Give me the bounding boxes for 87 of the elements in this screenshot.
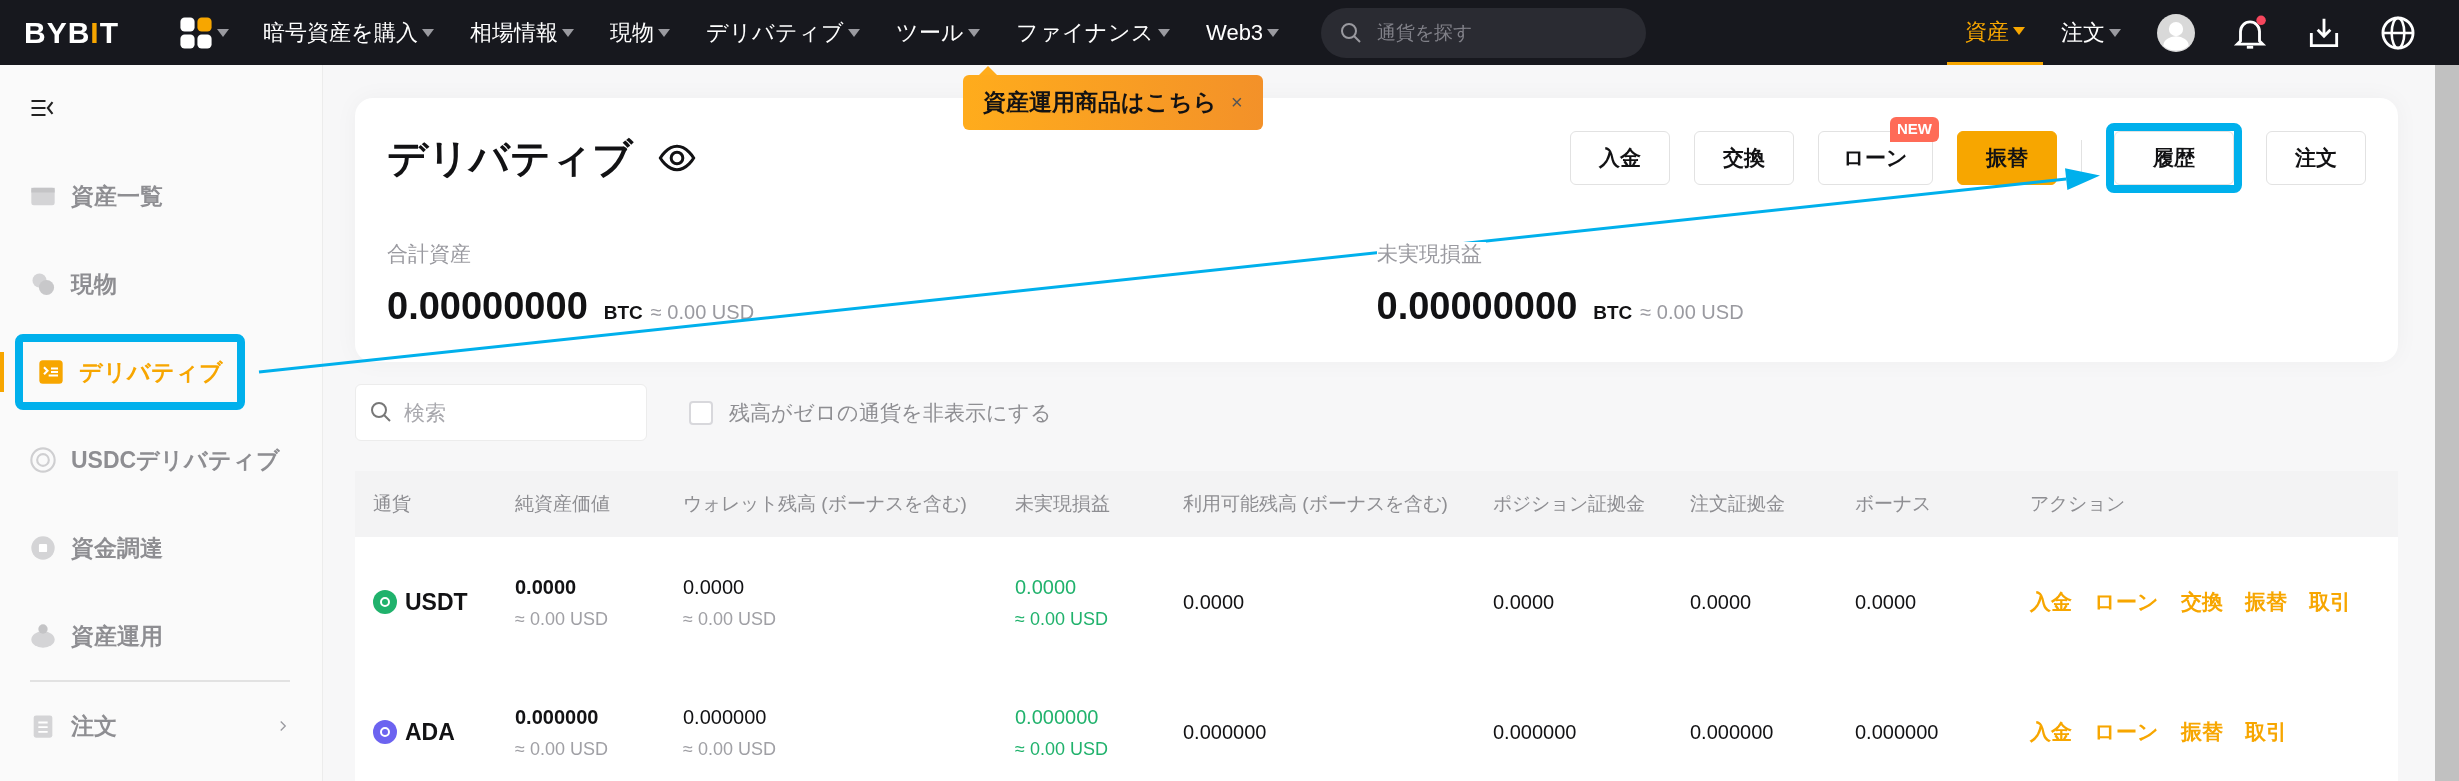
list-icon bbox=[37, 358, 65, 386]
cell-value: 0.0000 bbox=[683, 574, 746, 600]
search-icon bbox=[369, 400, 393, 424]
search-field[interactable]: 通貨を探す bbox=[1321, 7, 1647, 58]
cell-value: 0.000000 bbox=[1015, 704, 1100, 730]
column-header: 通貨 bbox=[355, 471, 497, 537]
checkbox-label: 残高がゼロの通貨を非表示にする bbox=[729, 399, 1052, 426]
checkbox[interactable] bbox=[689, 400, 713, 425]
cell-value: 0.0000 bbox=[515, 574, 578, 600]
dot-circle-icon bbox=[29, 534, 57, 562]
sidebar-item[interactable]: USDCデリバティブ bbox=[29, 430, 281, 490]
usd-estimate: ≈ 0.00 USD bbox=[1640, 299, 1744, 325]
usd-estimate: ≈ 0.00 USD bbox=[1015, 607, 1109, 631]
coin-name: ADA bbox=[405, 717, 455, 747]
cell-value: 0.0000 bbox=[1493, 591, 1555, 613]
cell-value: 0.000000 bbox=[515, 704, 600, 730]
nav-menu-item[interactable]: 暗号資産を購入 bbox=[245, 0, 453, 65]
usd-estimate: ≈ 0.00 USD bbox=[515, 737, 609, 761]
stat-label: 未実現損益 bbox=[1376, 242, 1486, 265]
action-link[interactable]: 取引 bbox=[2245, 716, 2287, 748]
sidebar-item[interactable]: 資産運用 bbox=[29, 606, 163, 666]
bell-icon[interactable] bbox=[2231, 13, 2269, 52]
column-header: ボーナス bbox=[1837, 471, 2012, 537]
sidebar-item[interactable]: デリバティブ bbox=[37, 342, 223, 402]
nav-menu-item[interactable]: 相場情報 bbox=[452, 0, 593, 65]
usd-estimate: ≈ 0.00 USD bbox=[683, 737, 777, 761]
cell-value: 0.0000 bbox=[1015, 574, 1078, 600]
sidebar-item[interactable]: 資産一覧 bbox=[29, 166, 163, 226]
action-button[interactable]: 履歴 bbox=[2114, 131, 2234, 185]
coin-name: USDT bbox=[405, 587, 468, 617]
sidebar-item[interactable]: 資金調達 bbox=[29, 518, 163, 578]
stat-value: 0.00000000 bbox=[387, 283, 588, 329]
tooltip: 資産運用商品はこちら × bbox=[963, 75, 1263, 130]
nav-menu-item[interactable]: デリバティブ bbox=[688, 0, 879, 65]
new-badge: NEW bbox=[1890, 117, 1939, 142]
piggy-bank-icon bbox=[29, 622, 57, 650]
action-link[interactable]: 取引 bbox=[2309, 586, 2351, 618]
apps-icon[interactable] bbox=[179, 15, 214, 50]
column-header: 純資産価値 bbox=[497, 471, 665, 537]
sidebar-item[interactable]: 現物 bbox=[29, 254, 117, 314]
close-button[interactable]: × bbox=[1231, 87, 1243, 118]
column-header: 利用可能残高 (ボーナスを含む) bbox=[1165, 471, 1475, 537]
cell-value: 0.000000 bbox=[1690, 721, 1774, 743]
page-title: デリバティブ bbox=[387, 135, 633, 182]
cell-value: 0.0000 bbox=[1183, 591, 1245, 613]
logo[interactable]: BYBIT bbox=[24, 10, 120, 55]
nav-menu-item[interactable]: 注文 bbox=[2043, 0, 2139, 65]
nav-menu-item[interactable]: Web3 bbox=[1188, 0, 1298, 65]
usd-estimate: ≈ 0.00 USD bbox=[1015, 737, 1109, 761]
nav-menu-item[interactable]: ファイナンス bbox=[998, 0, 1189, 65]
cell-value: 0.000000 bbox=[683, 704, 768, 730]
sidebar-item[interactable]: 注文 bbox=[29, 696, 117, 756]
cell-value: 0.000000 bbox=[1493, 721, 1577, 743]
column-header: アクション bbox=[2012, 471, 2398, 537]
action-link[interactable]: ローン bbox=[2094, 586, 2159, 618]
scrollbar[interactable] bbox=[2435, 65, 2459, 781]
cell-value: 0.0000 bbox=[1855, 591, 1917, 613]
action-link[interactable]: 振替 bbox=[2245, 586, 2287, 618]
cell-value: 0.000000 bbox=[1855, 721, 1939, 743]
cell-value: 0.000000 bbox=[1183, 721, 1267, 743]
action-link[interactable]: 交換 bbox=[2181, 586, 2223, 618]
usd-estimate: ≈ 0.00 USD bbox=[650, 299, 755, 325]
action-button[interactable]: 入金 bbox=[1570, 131, 1670, 185]
search-field[interactable]: 検索 bbox=[355, 384, 647, 441]
action-link[interactable]: ローン bbox=[2094, 716, 2159, 748]
nav-menu-item[interactable]: ツール bbox=[878, 0, 999, 65]
avatar-icon[interactable] bbox=[2157, 13, 2195, 52]
action-link[interactable]: 入金 bbox=[2030, 716, 2072, 748]
action-link[interactable]: 振替 bbox=[2181, 716, 2223, 748]
usd-estimate: ≈ 0.00 USD bbox=[515, 607, 609, 631]
caret-icon bbox=[217, 28, 230, 37]
nav-menu-item[interactable]: 現物 bbox=[592, 0, 689, 65]
currency-unit: BTC bbox=[1593, 300, 1633, 325]
cell-value: 0.0000 bbox=[1690, 591, 1752, 613]
column-header: 注文証拠金 bbox=[1672, 471, 1837, 537]
ring-icon bbox=[29, 446, 57, 474]
action-link[interactable]: 入金 bbox=[2030, 586, 2072, 618]
action-button[interactable]: 振替 bbox=[1957, 131, 2057, 185]
column-header: 未実現損益 bbox=[997, 471, 1165, 537]
column-header: ポジション証拠金 bbox=[1475, 471, 1672, 537]
column-header: ウォレット残高 (ボーナスを含む) bbox=[665, 471, 997, 537]
action-button[interactable]: 注文 bbox=[2266, 131, 2366, 185]
currency-unit: BTC bbox=[603, 300, 643, 325]
nav-menu-item[interactable]: 資産 bbox=[1947, 0, 2043, 65]
action-button[interactable]: 交換 bbox=[1694, 131, 1794, 185]
stat-value: 0.00000000 bbox=[1376, 283, 1578, 329]
usd-estimate: ≈ 0.00 USD bbox=[683, 607, 777, 631]
